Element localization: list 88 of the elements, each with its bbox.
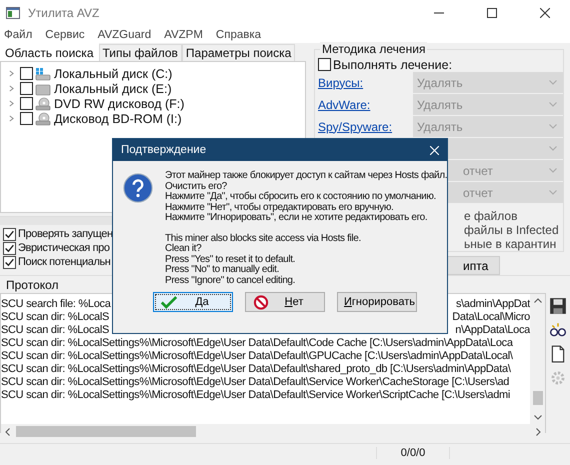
scroll-thumb[interactable] [16,426,196,437]
checkbox[interactable] [20,112,33,125]
yes-button[interactable]: Да [153,292,233,312]
window-title: Утилита AVZ [28,6,100,20]
vertical-scrollbar[interactable] [530,294,545,424]
protocol-title: Протокол [6,278,59,292]
glasses-icon[interactable] [549,321,567,339]
close-icon[interactable] [540,8,550,18]
dropdown-caret-icon [549,168,557,173]
option-label: Эвристическая про [18,242,110,254]
dropdown-caret-icon [549,80,557,85]
menu-item[interactable]: AVZGuard [98,28,152,40]
expand-chevron-icon[interactable] [9,85,14,92]
document-icon[interactable] [549,345,567,363]
category-link[interactable]: Вирусы: [318,76,364,90]
maximize-icon[interactable] [487,8,497,18]
ignore-button[interactable]: Игнорировать [337,292,417,312]
checkmark-icon [160,294,178,310]
drive-label[interactable]: Локальный диск (C:) [54,66,172,80]
save-icon[interactable] [549,297,567,315]
dropdown-caret-icon [549,146,557,151]
expand-chevron-icon[interactable] [9,115,14,122]
message-line: Press "No" to manually edit. [165,265,280,276]
message-line: Press "Ignore" to cancel editing. [165,276,296,286]
message-line: Очистить его? [165,182,228,192]
option-label: Проверять запущен [18,228,113,240]
log-line: n\AppData\Loca [455,324,530,336]
dialog-title: Подтверждение [121,144,206,156]
no-button[interactable]: Нет [245,292,325,312]
optical-drive-icon [35,96,51,110]
dropdown-caret-icon [549,102,557,107]
menu-item[interactable]: Файл [4,28,32,40]
log-line: SCU scan dir: %LocalSettings%\Microsoft\Edge\User Data\Default\GPUCache [C:\Users\admin\AppData\Local\ [1,350,513,362]
scroll-left-icon[interactable] [5,428,10,436]
message-line: Нажмите "Нет", чтобы отредактировать его вручную. [165,202,394,213]
checkbox[interactable] [20,82,33,95]
app-icon [6,7,20,19]
message-line: Clean it? [165,244,202,254]
group-title: Методика лечения [320,42,428,56]
log-line: s\admin\AppDat [456,298,530,310]
horizontal-scrollbar[interactable] [1,424,545,439]
log-line: SCU scan dir: %LocalSettings%\Microsoft\Edge\User Data\Default\Code Cache [C:\Users\admin\AppData\Loca [1,336,513,348]
checkbox[interactable] [20,97,33,110]
message-line: This miner also blocks site access via Hosts file. [165,234,362,244]
optical-drive-icon [35,112,51,126]
log-line: SCU scan dir: %LocalS [1,324,110,336]
tab[interactable]: Типы файлов [98,44,182,61]
status-counter: 0/0/0 [376,447,450,459]
scroll-right-icon[interactable] [536,428,541,436]
hard-drive-icon [35,82,51,96]
prohibited-icon [252,294,270,310]
menu-item[interactable]: AVZPM [164,28,203,40]
option-text: файлы в Infected [464,223,560,237]
log-line: Data\Local\Micro [452,310,530,322]
checkbox[interactable] [20,67,33,80]
hard-drive-icon [35,66,51,80]
log-line: SCU scan dir: %LocalS [1,310,110,322]
drive-label[interactable]: Локальный диск (E:) [54,82,172,96]
checkbox[interactable] [3,242,16,254]
menu-item[interactable]: Справка [216,28,262,40]
message-line: Нажмите "Игнорировать", если не хотите редактировать его. [165,213,428,224]
option-text: е файлов [464,209,518,223]
checkbox[interactable] [318,58,331,71]
drive-label[interactable]: Дисковод BD-ROM (I:) [54,112,182,126]
scroll-down-icon[interactable] [534,415,542,420]
scroll-thumb[interactable] [532,391,542,405]
option-label: Поиск потенциальн [18,256,110,268]
scroll-up-icon[interactable] [534,298,542,303]
message-line: Press "Yes" to reset it to default. [165,254,296,264]
checkbox[interactable] [3,228,16,240]
checkbox-label: Выполнять лечение: [333,58,452,72]
log-line: SCU search file: %Loca [1,298,111,310]
expand-chevron-icon[interactable] [9,100,14,107]
checkbox[interactable] [3,256,16,268]
category-link[interactable]: Spy/Spyware: [318,120,392,134]
log-line: SCU scan dir: %LocalSettings%\Microsoft\Edge\User Data\Default\shared_proto_db [C:\Users\admin\AppData\ [1,362,511,374]
drive-label[interactable]: DVD RW дисковод (F:) [54,96,184,110]
log-line: SCU scan dir: %LocalSettings%\Microsoft\Edge\User Data\Default\Service Worker\ScriptCache [C:\Users\admi [1,388,510,400]
category-link[interactable]: AdvWare: [318,98,370,112]
dropdown-caret-icon [549,124,557,129]
menu-item[interactable]: Сервис [45,28,85,40]
tab[interactable]: Параметры поиска [182,44,296,61]
tab[interactable]: Область поиска [0,43,98,61]
question-icon [123,173,153,203]
expand-chevron-icon[interactable] [9,70,14,77]
log-line: SCU scan dir: %LocalSettings%\Microsoft\Edge\User Data\Default\Service Worker\CacheStorage [C:\Users\ad [1,376,510,388]
option-text: ьные в карантин [464,237,558,251]
dropdown-caret-icon [549,190,557,195]
